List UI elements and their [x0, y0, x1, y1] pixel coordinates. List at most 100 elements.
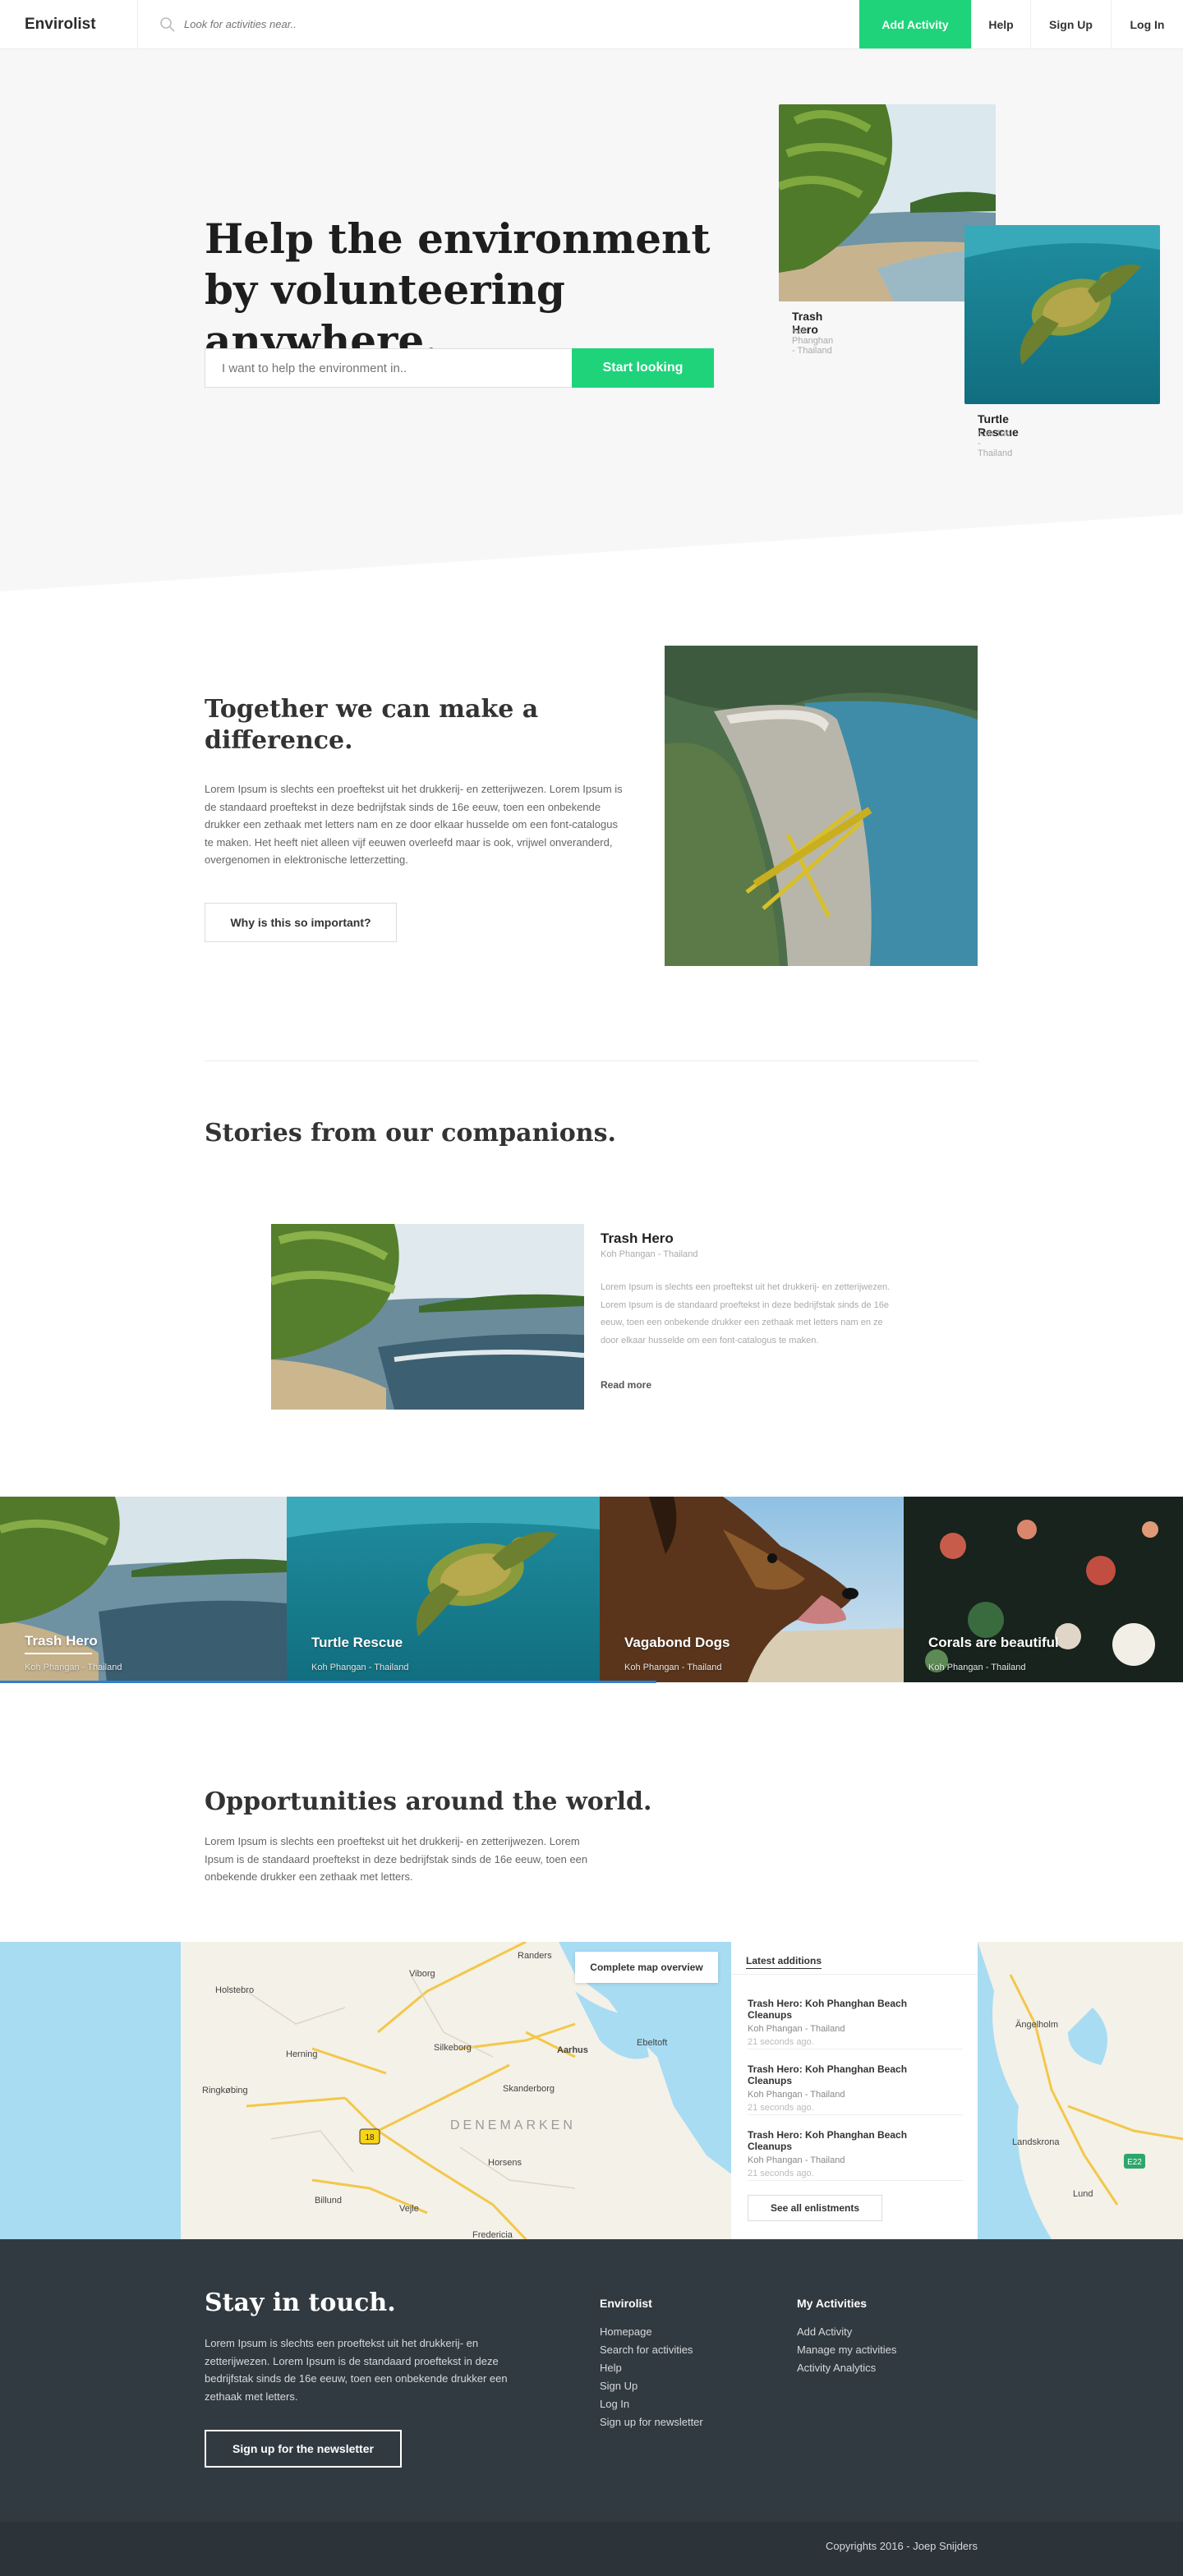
- map-label-landskrona: Landskrona: [1012, 2137, 1060, 2147]
- carousel-tile-vagabond-dogs[interactable]: Vagabond Dogs Koh Phangan - Thailand: [600, 1497, 904, 1682]
- item-divider: [748, 2114, 963, 2115]
- brand-logo[interactable]: Envirolist: [0, 0, 138, 48]
- map-label-fredericia: Fredericia: [472, 2230, 513, 2239]
- featured-story-title: Trash Hero: [601, 1230, 674, 1246]
- road-shield-e22: E22: [1127, 2158, 1142, 2167]
- footer-col-activities: Add Activity Manage my activities Activi…: [797, 2323, 896, 2377]
- tile-title: Turtle Rescue: [311, 1635, 403, 1650]
- map-label-country: DENEMARKEN: [450, 2118, 576, 2132]
- latest-item-location: Koh Phangan - Thailand: [748, 2024, 845, 2034]
- copyright-text: Copyrights 2016 - Joep Snijders: [826, 2540, 978, 2552]
- see-all-enlistments-button[interactable]: See all enlistments: [748, 2195, 882, 2221]
- hero-title: Help the environment by volunteering any…: [205, 214, 711, 365]
- footer-link-sign-up[interactable]: Sign Up: [600, 2377, 703, 2395]
- carousel-tile-turtle-rescue[interactable]: Turtle Rescue Koh Phangan - Thailand: [287, 1497, 600, 1682]
- tile-location: Koh Phangan - Thailand: [624, 1663, 722, 1672]
- map-label-holstebro: Holstebro: [215, 1985, 254, 1995]
- latest-additions-panel: Latest additions Trash Hero: Koh Phangha…: [731, 1942, 978, 2239]
- footer-link-help[interactable]: Help: [600, 2359, 703, 2377]
- footer-bottom-bar: Copyrights 2016 - Joep Snijders: [0, 2522, 1183, 2576]
- search-icon: [160, 16, 175, 32]
- map-label-herning: Herning: [286, 2049, 318, 2059]
- beach-image: [779, 104, 996, 301]
- latest-item-time: 21 seconds ago.: [748, 2037, 814, 2047]
- footer-link-analytics[interactable]: Activity Analytics: [797, 2359, 896, 2377]
- world-map[interactable]: Randers Viborg Holstebro Herning Silkebo…: [0, 1942, 1183, 2239]
- nav-search: [138, 0, 859, 48]
- together-text: Lorem Ipsum is slechts een proeftekst ui…: [205, 783, 623, 866]
- footer-link-newsletter[interactable]: Sign up for newsletter: [600, 2413, 703, 2431]
- map-label-ringkobing: Ringkøbing: [202, 2086, 248, 2095]
- tile-image: [0, 1497, 287, 1682]
- card-location: Koh Phanghan - Thailand: [792, 326, 834, 356]
- complete-map-button[interactable]: Complete map overview: [575, 1952, 718, 1983]
- help-link[interactable]: Help: [971, 0, 1030, 48]
- sign-up-link[interactable]: Sign Up: [1030, 0, 1111, 48]
- map-label-silkeborg: Silkeborg: [434, 2043, 472, 2053]
- tile-image: [287, 1497, 600, 1682]
- latest-item[interactable]: Trash Hero: Koh Phanghan Beach Cleanups …: [748, 2063, 953, 2113]
- add-activity-button[interactable]: Add Activity: [859, 0, 971, 48]
- footer-col-envirolist: Homepage Search for activities Help Sign…: [600, 2323, 703, 2431]
- heading-divider: [731, 1974, 978, 1975]
- hero-section: Help the environment by volunteering any…: [0, 49, 1183, 591]
- card-location: Koh Tao - Thailand: [978, 429, 1013, 458]
- footer-text: Lorem Ipsum is slechts een proeftekst ui…: [205, 2337, 508, 2403]
- tile-title: Vagabond Dogs: [624, 1635, 730, 1650]
- map-label-angelholm: Ängelholm: [1015, 2020, 1058, 2030]
- map-label-viborg: Viborg: [409, 1969, 435, 1979]
- together-title: Together we can make a difference.: [205, 695, 539, 755]
- item-divider: [748, 2180, 963, 2181]
- carousel-progress-bar: [0, 1681, 657, 1683]
- opportunities-title: Opportunities around the world.: [205, 1787, 652, 1816]
- top-nav: Envirolist Add Activity Help Sign Up Log…: [0, 0, 1183, 49]
- latest-item-location: Koh Phangan - Thailand: [748, 2155, 845, 2165]
- why-important-button[interactable]: Why is this so important?: [205, 903, 397, 942]
- latest-item-title: Trash Hero: Koh Phanghan Beach Cleanups: [748, 1998, 908, 2021]
- featured-story-location: Koh Phangan - Thailand: [601, 1249, 698, 1259]
- footer-col-envirolist-heading: Envirolist: [600, 2297, 652, 2310]
- featured-story-image[interactable]: [271, 1224, 584, 1410]
- map-label-ebeltoft: Ebeltoft: [637, 2038, 667, 2048]
- opportunities-text: Lorem Ipsum is slechts een proeftekst ui…: [205, 1835, 588, 1883]
- turtle-image: [964, 225, 1160, 404]
- map-label-skanderborg: Skanderborg: [503, 2084, 555, 2094]
- latest-item-time: 21 seconds ago.: [748, 2169, 814, 2178]
- tile-location: Koh Phangan - Thailand: [25, 1663, 122, 1672]
- footer-link-homepage[interactable]: Homepage: [600, 2323, 703, 2341]
- tile-image: [600, 1497, 904, 1682]
- log-in-link[interactable]: Log In: [1111, 0, 1183, 48]
- footer: [0, 2239, 1183, 2522]
- latest-item[interactable]: Trash Hero: Koh Phanghan Beach Cleanups …: [748, 1998, 953, 2047]
- active-underline: [25, 1653, 92, 1654]
- footer-link-manage-activities[interactable]: Manage my activities: [797, 2341, 896, 2359]
- hero-location-input[interactable]: [205, 348, 573, 388]
- tile-title: Corals are beautiful: [928, 1635, 1059, 1650]
- latest-additions-heading: Latest additions: [746, 1955, 822, 1969]
- featured-story-text: Lorem Ipsum is slechts een proeftekst ui…: [601, 1282, 891, 1346]
- carousel-tile-trash-hero[interactable]: Trash Hero Koh Phangan - Thailand: [0, 1497, 287, 1682]
- stories-carousel: Trash Hero Koh Phangan - Thailand Turtle…: [0, 1497, 1183, 1682]
- footer-title: Stay in touch.: [205, 2288, 396, 2317]
- carousel-tile-corals[interactable]: Corals are beautiful Koh Phangan - Thail…: [904, 1497, 1183, 1682]
- footer-link-add-activity[interactable]: Add Activity: [797, 2323, 896, 2341]
- footer-link-search[interactable]: Search for activities: [600, 2341, 703, 2359]
- footer-link-log-in[interactable]: Log In: [600, 2395, 703, 2413]
- map-label-horsens: Horsens: [488, 2158, 522, 2168]
- tile-location: Koh Phangan - Thailand: [311, 1663, 409, 1672]
- latest-item-title: Trash Hero: Koh Phanghan Beach Cleanups: [748, 2063, 908, 2086]
- read-more-link[interactable]: Read more: [601, 1379, 651, 1391]
- start-looking-button[interactable]: Start looking: [572, 348, 714, 388]
- section-divider: [205, 1060, 978, 1061]
- map-label-lund: Lund: [1073, 2189, 1093, 2199]
- newsletter-button[interactable]: Sign up for the newsletter: [205, 2430, 402, 2468]
- tile-location: Koh Phangan - Thailand: [928, 1663, 1026, 1672]
- road-shield-18: 18: [365, 2133, 375, 2142]
- latest-item[interactable]: Trash Hero: Koh Phanghan Beach Cleanups …: [748, 2129, 953, 2178]
- latest-item-title: Trash Hero: Koh Phanghan Beach Cleanups: [748, 2129, 908, 2152]
- footer-col-activities-heading: My Activities: [797, 2297, 868, 2310]
- latest-item-location: Koh Phangan - Thailand: [748, 2090, 845, 2100]
- search-input[interactable]: [184, 18, 513, 30]
- dam-image: [665, 646, 978, 966]
- map-label-randers: Randers: [518, 1951, 552, 1961]
